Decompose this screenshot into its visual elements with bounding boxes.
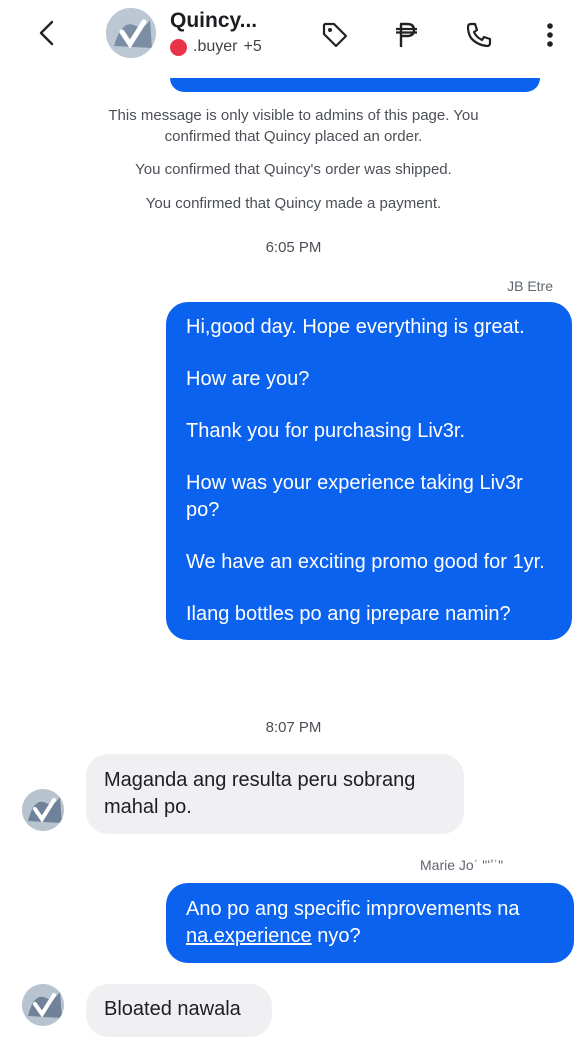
message-link[interactable]: na.experience (186, 925, 312, 947)
label-color-dot (170, 38, 187, 56)
contact-avatar-small[interactable] (22, 984, 64, 1026)
outgoing-message[interactable]: Hi,good day. Hope everything is great. H… (166, 302, 572, 640)
peso-icon (396, 22, 417, 47)
previous-message-bubble-edge (170, 78, 540, 92)
more-icon (547, 23, 553, 47)
contact-avatar[interactable] (106, 8, 156, 58)
contact-avatar-small[interactable] (22, 789, 64, 831)
tag-icon (322, 22, 348, 48)
back-button[interactable] (30, 16, 64, 50)
admin-notice: This message is only visible to admins o… (108, 107, 479, 145)
message-text: nyo? (311, 925, 361, 947)
timestamp: 8:07 PM (265, 719, 322, 736)
message-line: Hi,good day. Hope everything is great. (186, 316, 525, 338)
message-line: Thank you for purchasing Liv3r. (186, 420, 466, 442)
outgoing-message[interactable]: Ano po ang specific improvements na na.e… (166, 883, 574, 963)
message-line: How are you? (186, 368, 310, 390)
incoming-message[interactable]: Bloated nawala (86, 984, 272, 1037)
tag-button[interactable] (318, 18, 352, 52)
sender-name: Marie Joʿ ʺʻʽʾʺ (420, 857, 504, 873)
payment-button[interactable] (389, 18, 423, 52)
message-line: We have an exciting promo good for 1yr. (186, 551, 545, 573)
phone-icon (466, 22, 492, 48)
back-icon (39, 20, 54, 46)
message-text: Ano po ang specific improvements na (186, 898, 520, 920)
sender-name: JB Etre (507, 278, 553, 294)
system-message-payment: You confirmed that Quincy made a payment… (145, 195, 442, 212)
label-name: .buyer (193, 38, 238, 55)
conversation-header: Quincy... .buyer +5 (0, 0, 587, 72)
contact-name[interactable]: Quincy... (170, 9, 257, 33)
incoming-message[interactable]: Maganda ang resulta peru sobrang mahal p… (86, 754, 464, 834)
label-extra-count: +5 (243, 38, 262, 55)
call-button[interactable] (462, 18, 496, 52)
message-line: Ilang bottles po ang iprepare namin? (186, 603, 511, 625)
more-options-button[interactable] (533, 18, 567, 52)
message-line: How was your experience taking Liv3r po? (186, 472, 523, 521)
system-message-shipped: You confirmed that Quincy's order was sh… (135, 161, 452, 178)
timestamp: 6:05 PM (265, 239, 322, 256)
contact-labels[interactable]: .buyer +5 (170, 38, 262, 56)
